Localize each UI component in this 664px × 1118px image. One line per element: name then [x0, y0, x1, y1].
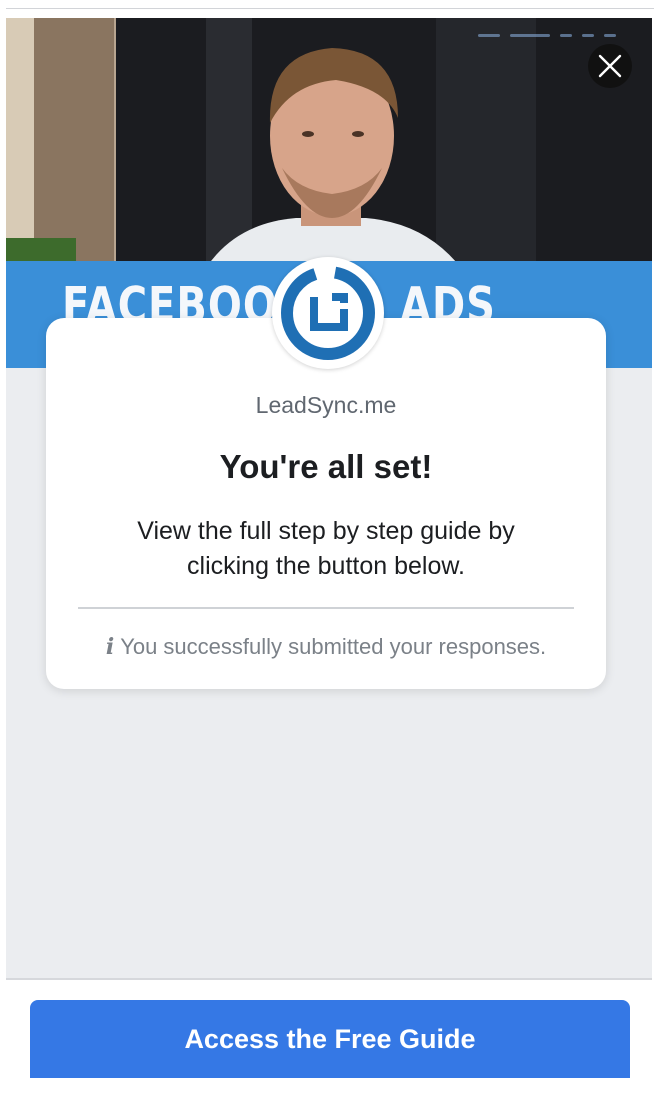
confirmation-heading: You're all set! — [219, 448, 433, 485]
confirmation-card: LeadSync.me You're all set! View the ful… — [46, 318, 606, 689]
submission-notice-text: You successfully submitted your response… — [120, 634, 547, 659]
submission-notice: i You successfully submitted your respons… — [46, 634, 606, 660]
close-icon — [598, 54, 622, 78]
lead-form-panel: FACEBOOK ADS GUIDE LeadSync.me You're al… — [6, 18, 652, 978]
card-divider — [78, 607, 574, 609]
info-icon: i — [105, 634, 115, 660]
confirmation-message: View the full step by step guide by clic… — [137, 517, 515, 580]
panel-bottom-divider — [6, 978, 652, 980]
access-free-guide-button[interactable]: Access the Free Guide — [30, 1000, 630, 1078]
brand-logo — [272, 257, 384, 369]
top-divider — [6, 8, 654, 9]
close-button[interactable] — [588, 44, 632, 88]
video-player-controls[interactable] — [478, 24, 638, 46]
leadsync-logo-icon — [281, 266, 375, 360]
advertiser-name: LeadSync.me — [255, 392, 397, 418]
